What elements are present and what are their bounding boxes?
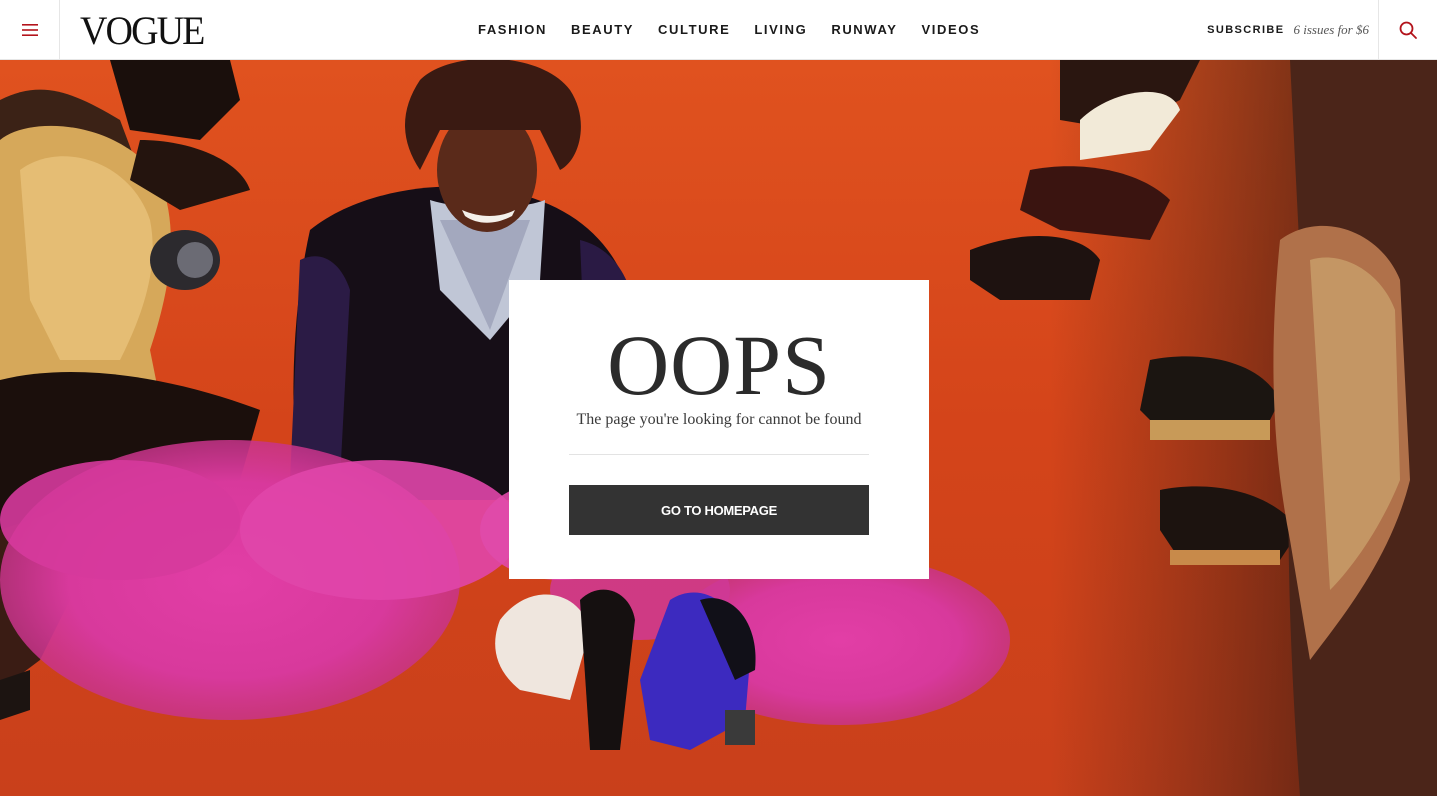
subscribe-link[interactable]: SUBSCRIBE 6 issues for $6 — [1207, 0, 1369, 59]
subscribe-offer: 6 issues for $6 — [1293, 21, 1369, 37]
menu-button[interactable] — [0, 0, 60, 59]
main-nav: FASHION BEAUTY CULTURE LIVING RUNWAY VID… — [466, 0, 992, 59]
nav-item-runway[interactable]: RUNWAY — [831, 22, 897, 37]
nav-item-living[interactable]: LIVING — [754, 22, 807, 37]
nav-item-fashion[interactable]: FASHION — [478, 22, 547, 37]
vogue-logo[interactable]: VOGUE — [80, 7, 205, 53]
go-to-homepage-button[interactable]: GO TO HOMEPAGE — [569, 485, 869, 535]
error-card: OOPS The page you're looking for cannot … — [509, 280, 929, 579]
hamburger-menu-icon — [21, 23, 38, 36]
nav-item-beauty[interactable]: BEAUTY — [571, 22, 634, 37]
site-header: VOGUE FASHION BEAUTY CULTURE LIVING RUNW… — [0, 0, 1437, 60]
error-heading: OOPS — [607, 317, 831, 413]
error-message: The page you're looking for cannot be fo… — [576, 411, 862, 428]
nav-item-culture[interactable]: CULTURE — [658, 22, 730, 37]
nav-item-videos[interactable]: VIDEOS — [922, 22, 981, 37]
search-icon — [1399, 21, 1417, 39]
subscribe-label: SUBSCRIBE — [1207, 23, 1285, 36]
search-button[interactable] — [1378, 0, 1437, 59]
divider — [569, 454, 869, 455]
